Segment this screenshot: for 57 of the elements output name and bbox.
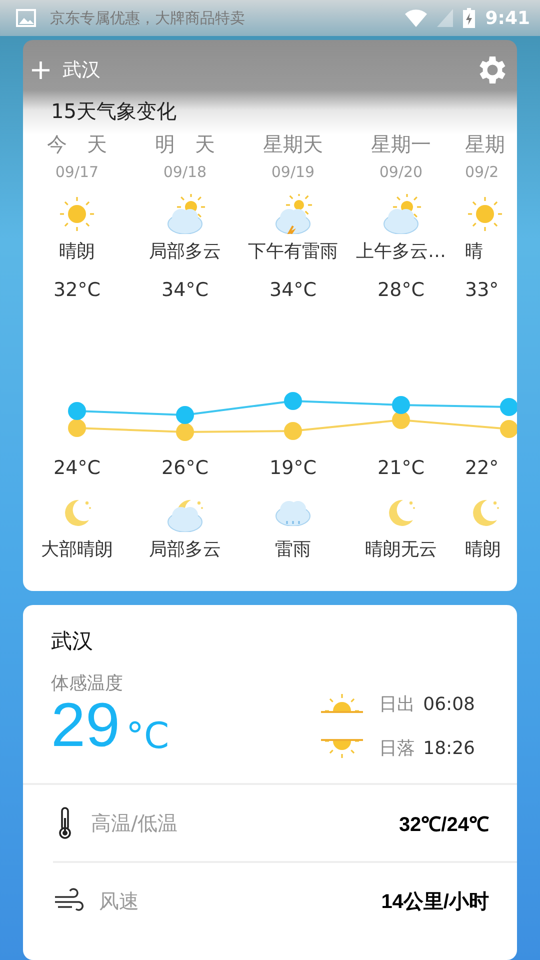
detail-label: 风速: [99, 888, 140, 914]
feels-like-label: 体感温度: [51, 672, 124, 695]
low-temperature: 26°C: [162, 457, 208, 481]
day-name: 今 天: [47, 131, 107, 158]
sun-cloud-icon: [165, 194, 205, 234]
day-condition: 晴朗: [59, 240, 95, 264]
sunset-time: 18:26: [423, 738, 475, 758]
feels-like-temperature: 29: [51, 695, 120, 757]
sunrise-label: 日出: [379, 693, 416, 716]
high-temperature: 34°C: [270, 279, 316, 303]
high-temperature: 34°C: [162, 279, 208, 303]
day-date: 09/2: [465, 163, 499, 183]
battery-charging-icon: [463, 8, 476, 28]
sun-cloud-icon: [381, 194, 421, 234]
sunrise-time: 06:08: [423, 694, 475, 714]
night-condition: 晴朗: [465, 538, 501, 562]
rain-cloud-icon: [275, 498, 311, 526]
night-condition: 雷雨: [275, 538, 311, 562]
city-title: 武汉: [62, 58, 100, 83]
low-temperature: 19°C: [270, 457, 316, 481]
day-name: 星期天: [263, 131, 323, 158]
notification-text: 京东专属优惠，大牌商品特卖: [50, 8, 246, 28]
night-condition: 晴朗无云: [365, 538, 437, 562]
high-temperature: 28°C: [378, 279, 424, 303]
city-name: 武汉: [51, 628, 94, 655]
day-date: 09/20: [379, 163, 423, 183]
low-temperature: 22°: [465, 457, 499, 481]
day-date: 09/18: [163, 163, 207, 183]
sun-icon: [57, 194, 97, 234]
image-icon: [16, 9, 36, 27]
forecast-title: 15天气象变化: [51, 98, 176, 125]
night-condition: 局部多云: [149, 538, 221, 562]
detail-value: 32℃/24℃: [398, 812, 489, 836]
day-name: 星期一: [371, 131, 431, 158]
sunset-label: 日落: [379, 737, 416, 760]
day-date: 09/19: [271, 163, 315, 183]
day-date: 09/17: [55, 163, 99, 183]
high-temperature: 33°: [465, 279, 499, 303]
detail-value: 14公里/小时: [381, 890, 489, 914]
thunder-cloud-icon: [273, 194, 313, 234]
detail-label: 高温/低温: [91, 810, 179, 836]
wifi-icon: [405, 9, 428, 27]
add-city-button[interactable]: +: [27, 56, 54, 84]
low-temperature: 21°C: [378, 457, 424, 481]
day-condition: 晴: [465, 240, 483, 264]
no-signal-icon: [437, 9, 454, 27]
night-condition: 大部晴朗: [41, 538, 113, 562]
clock-time: 9:41: [485, 8, 530, 28]
low-temperature: 24°C: [54, 457, 100, 481]
day-condition: 上午多云…: [356, 240, 446, 264]
temperature-unit: °C: [126, 717, 170, 757]
day-condition: 下午有雷雨: [248, 240, 338, 264]
day-condition: 局部多云: [149, 240, 221, 264]
sun-icon: [465, 194, 505, 234]
day-name: 星期: [465, 131, 505, 158]
day-name: 明 天: [155, 131, 215, 158]
high-temperature: 32°C: [54, 279, 100, 303]
